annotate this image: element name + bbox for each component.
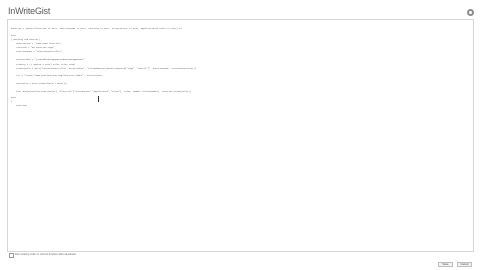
- code-line: Url = "https://www.gistfunction.app/func…: [11, 74, 103, 77]
- code-line: FunctionName = "FunctionController",: [11, 50, 64, 53]
- code-line: Gist: [11, 96, 17, 99]
- run-on-save-checkbox[interactable]: [9, 253, 14, 258]
- text-cursor: [98, 96, 99, 102]
- code-line: }: [11, 100, 13, 103]
- run-on-save-label: Run existing code on current function af…: [15, 253, 76, 256]
- code-editor[interactable]: Function 1 (Generalfunction is Gist, Fun…: [7, 19, 474, 252]
- code-line: Gist.Run(DataValue.Function(Url, @"Detai…: [11, 90, 191, 93]
- code-line: Function: [11, 104, 27, 107]
- code-line: Location = "Go Function Page",: [11, 46, 56, 49]
- code-line: Function 1 (Generalfunction is Gist, Fun…: [11, 27, 182, 30]
- gear-icon[interactable]: [467, 9, 474, 16]
- code-line: Primary = (1 update = Gist) Files Value …: [11, 63, 76, 66]
- save-button[interactable]: Save: [438, 262, 453, 267]
- cancel-button[interactable]: Cancel: [457, 262, 472, 267]
- code-line: Description = "Same Name Function",: [11, 42, 63, 45]
- code-line: PrimaryFile = Gist("FunctionController, …: [11, 67, 197, 70]
- code-line: Gist: [11, 34, 17, 37]
- app-title: InWriteGist: [8, 6, 51, 16]
- code-line: DataValue = Gist.FromValue(Url.Data());: [11, 82, 68, 85]
- code-line: { Backing and Gistro(): [11, 38, 40, 41]
- code-line: AccessToken = "j7F3s8dK29xLmQ4pRz1vNb6Yc…: [11, 58, 86, 61]
